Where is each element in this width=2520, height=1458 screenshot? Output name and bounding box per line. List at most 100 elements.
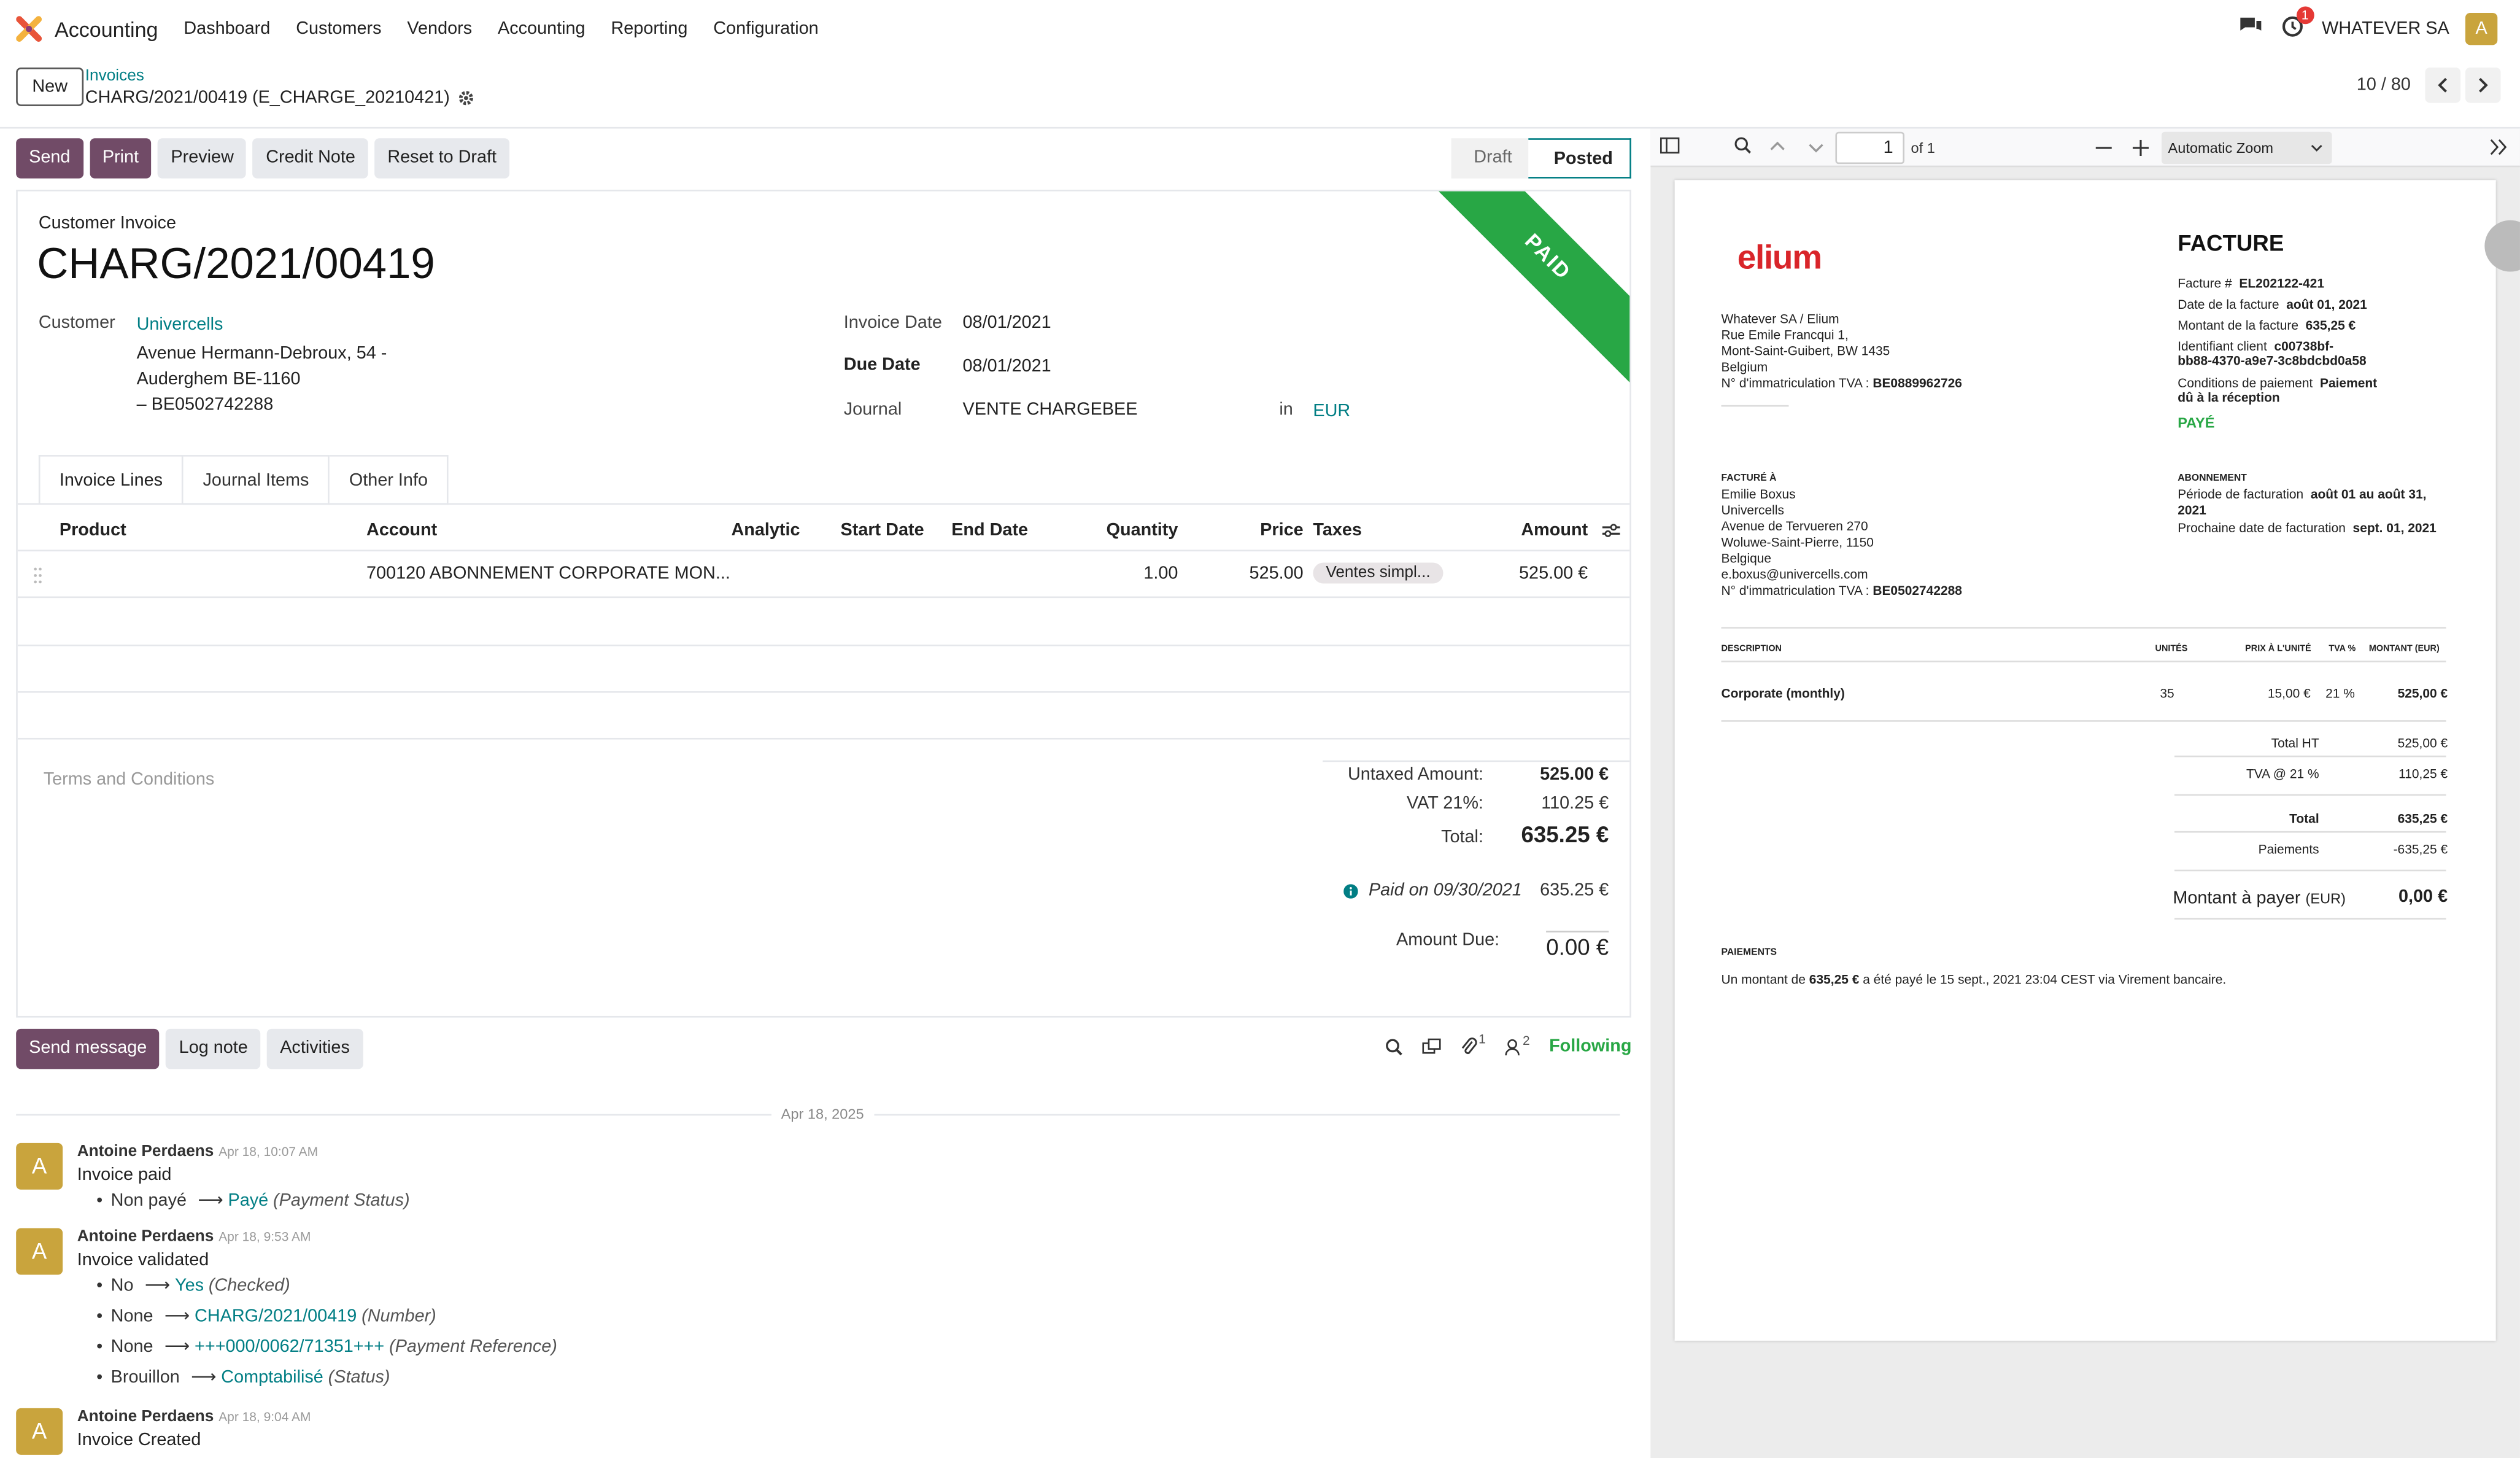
menu-reporting[interactable]: Reporting: [611, 19, 687, 38]
menu-configuration[interactable]: Configuration: [713, 19, 818, 38]
user-avatar[interactable]: A: [2465, 12, 2498, 45]
status-draft[interactable]: Draft: [1451, 138, 1528, 179]
status-posted[interactable]: Posted: [1528, 138, 1631, 179]
followers-button[interactable]: 2: [1505, 1033, 1530, 1055]
column-quantity[interactable]: Quantity: [1107, 521, 1178, 540]
terms-and-conditions-field[interactable]: Terms and Conditions: [44, 770, 215, 789]
pdf-viewer: 1 of 1 Automatic Zoom elium FACTURE What…: [1650, 128, 2520, 1458]
optional-columns-icon[interactable]: [1602, 522, 1620, 538]
author-name[interactable]: Antoine Perdaens: [77, 1408, 214, 1426]
totals-divider: [1323, 760, 1630, 762]
due-date-field[interactable]: 08/01/2021: [963, 357, 1051, 376]
log-note-button[interactable]: Log note: [166, 1028, 261, 1069]
new-button[interactable]: New: [16, 67, 84, 106]
preview-button[interactable]: Preview: [158, 138, 247, 179]
cell-account[interactable]: 700120 ABONNEMENT CORPORATE MON...: [366, 564, 730, 583]
find-icon[interactable]: [1734, 137, 1752, 155]
billing-period-value-cont: 2021: [2178, 503, 2206, 518]
zoom-select[interactable]: Automatic Zoom: [2162, 131, 2332, 165]
pager-previous-button[interactable]: [2425, 67, 2461, 103]
menu-dashboard[interactable]: Dashboard: [184, 19, 270, 38]
print-button[interactable]: Print: [89, 138, 152, 179]
reset-to-draft-button[interactable]: Reset to Draft: [374, 138, 509, 179]
payments-label: Paiements: [2258, 842, 2319, 857]
cell-quantity[interactable]: 1.00: [1143, 564, 1178, 583]
billing-period-value: août 01 au août 31,: [2310, 487, 2427, 502]
breadcrumb-invoices[interactable]: Invoices: [85, 68, 144, 85]
column-end-date[interactable]: End Date: [951, 521, 1028, 540]
activity-clock-icon[interactable]: 1: [2282, 6, 2314, 42]
tracking-field-name: (Payment Status): [273, 1191, 410, 1211]
menu-customers[interactable]: Customers: [296, 19, 381, 38]
tools-menu-icon[interactable]: [2489, 138, 2507, 156]
next-page-icon[interactable]: [1808, 141, 1824, 154]
tracking-item: None ⟶+++000/0062/71351+++(Payment Refere…: [96, 1333, 557, 1363]
divider: [1721, 627, 2446, 629]
pager-next-button[interactable]: [2465, 67, 2501, 103]
divider: [1721, 661, 2446, 662]
pdf-col-vat: TVA %: [2329, 645, 2356, 654]
tab-invoice-lines[interactable]: Invoice Lines: [38, 455, 184, 505]
company-switcher[interactable]: WHATEVER SA: [2322, 19, 2449, 38]
column-product[interactable]: Product: [60, 521, 126, 540]
credit-note-button[interactable]: Credit Note: [253, 138, 368, 179]
menu-accounting[interactable]: Accounting: [498, 19, 586, 38]
total-ht-label: Total HT: [2271, 736, 2319, 751]
send-button[interactable]: Send: [16, 138, 83, 179]
zoom-in-icon[interactable]: [2132, 139, 2149, 157]
chevron-down-icon: [2311, 144, 2322, 152]
message-avatar[interactable]: A: [16, 1408, 63, 1455]
column-analytic[interactable]: Analytic: [731, 521, 800, 540]
sender-line: Belgium: [1721, 360, 1768, 375]
gear-icon[interactable]: [458, 90, 474, 106]
customer-link[interactable]: Univercells: [137, 315, 223, 334]
column-taxes[interactable]: Taxes: [1313, 521, 1362, 540]
message-avatar[interactable]: A: [16, 1142, 63, 1190]
activities-button[interactable]: Activities: [267, 1028, 363, 1069]
zoom-out-icon[interactable]: [2095, 146, 2112, 149]
journal-field[interactable]: VENTE CHARGEBEE: [963, 400, 1138, 419]
app-logo-icon[interactable]: [16, 16, 42, 42]
column-amount[interactable]: Amount: [1521, 521, 1588, 540]
pdf-total-label: Total: [2289, 812, 2319, 826]
open-in-window-icon[interactable]: [1422, 1038, 1441, 1055]
following-button[interactable]: Following: [1549, 1037, 1631, 1056]
previous-page-icon[interactable]: [1769, 140, 1785, 153]
menu-vendors[interactable]: Vendors: [407, 19, 472, 38]
column-start-date[interactable]: Start Date: [841, 521, 924, 540]
divider: [2174, 918, 2446, 920]
info-icon[interactable]: [1343, 884, 1358, 899]
chat-icon[interactable]: [2238, 16, 2262, 42]
send-message-button[interactable]: Send message: [16, 1028, 160, 1069]
column-price[interactable]: Price: [1260, 521, 1303, 540]
tracking-item: Brouillon ⟶Comptabilisé (Status): [96, 1363, 557, 1394]
drag-handle-icon[interactable]: [34, 567, 42, 584]
tracking-new-value: CHARG/2021/00419: [195, 1306, 357, 1327]
search-icon[interactable]: [1385, 1037, 1403, 1055]
cell-taxes-tag[interactable]: Ventes simpl...: [1313, 562, 1444, 584]
author-name[interactable]: Antoine Perdaens: [77, 1228, 214, 1246]
column-account[interactable]: Account: [366, 521, 437, 540]
sidebar-toggle-icon[interactable]: [1660, 137, 1680, 155]
page-number-input[interactable]: 1: [1835, 131, 1905, 165]
total-ht-value: 525,00 €: [2397, 736, 2448, 751]
pdf-col-units: UNITÉS: [2155, 645, 2188, 654]
table-row[interactable]: 700120 ABONNEMENT CORPORATE MON... 1.00 …: [17, 551, 1630, 599]
currency-field[interactable]: EUR: [1313, 402, 1350, 421]
message-time: Apr 18, 9:04 AM: [218, 1410, 311, 1425]
pdf-col-amount: MONTANT (EUR): [2368, 645, 2440, 654]
tab-journal-items[interactable]: Journal Items: [184, 455, 330, 505]
tracking-old-value: None: [110, 1337, 153, 1357]
pager-value[interactable]: 10 / 80: [2357, 76, 2411, 95]
cell-amount[interactable]: 525.00 €: [1519, 564, 1588, 583]
invoice-date-field[interactable]: 08/01/2021: [963, 314, 1051, 333]
arrow-right-icon: ⟶: [164, 1337, 190, 1357]
payment-note-suffix: a été payé le 15 sept., 2021 23:04 CEST …: [1863, 972, 2227, 987]
message-avatar[interactable]: A: [16, 1228, 63, 1275]
attachments-button[interactable]: 1: [1461, 1032, 1486, 1056]
client-id: Identifiant client c00738bf-: [2178, 339, 2333, 355]
cell-price[interactable]: 525.00: [1250, 564, 1304, 583]
app-name[interactable]: Accounting: [55, 17, 158, 41]
author-name[interactable]: Antoine Perdaens: [77, 1143, 214, 1161]
tab-other-info[interactable]: Other Info: [330, 455, 449, 505]
